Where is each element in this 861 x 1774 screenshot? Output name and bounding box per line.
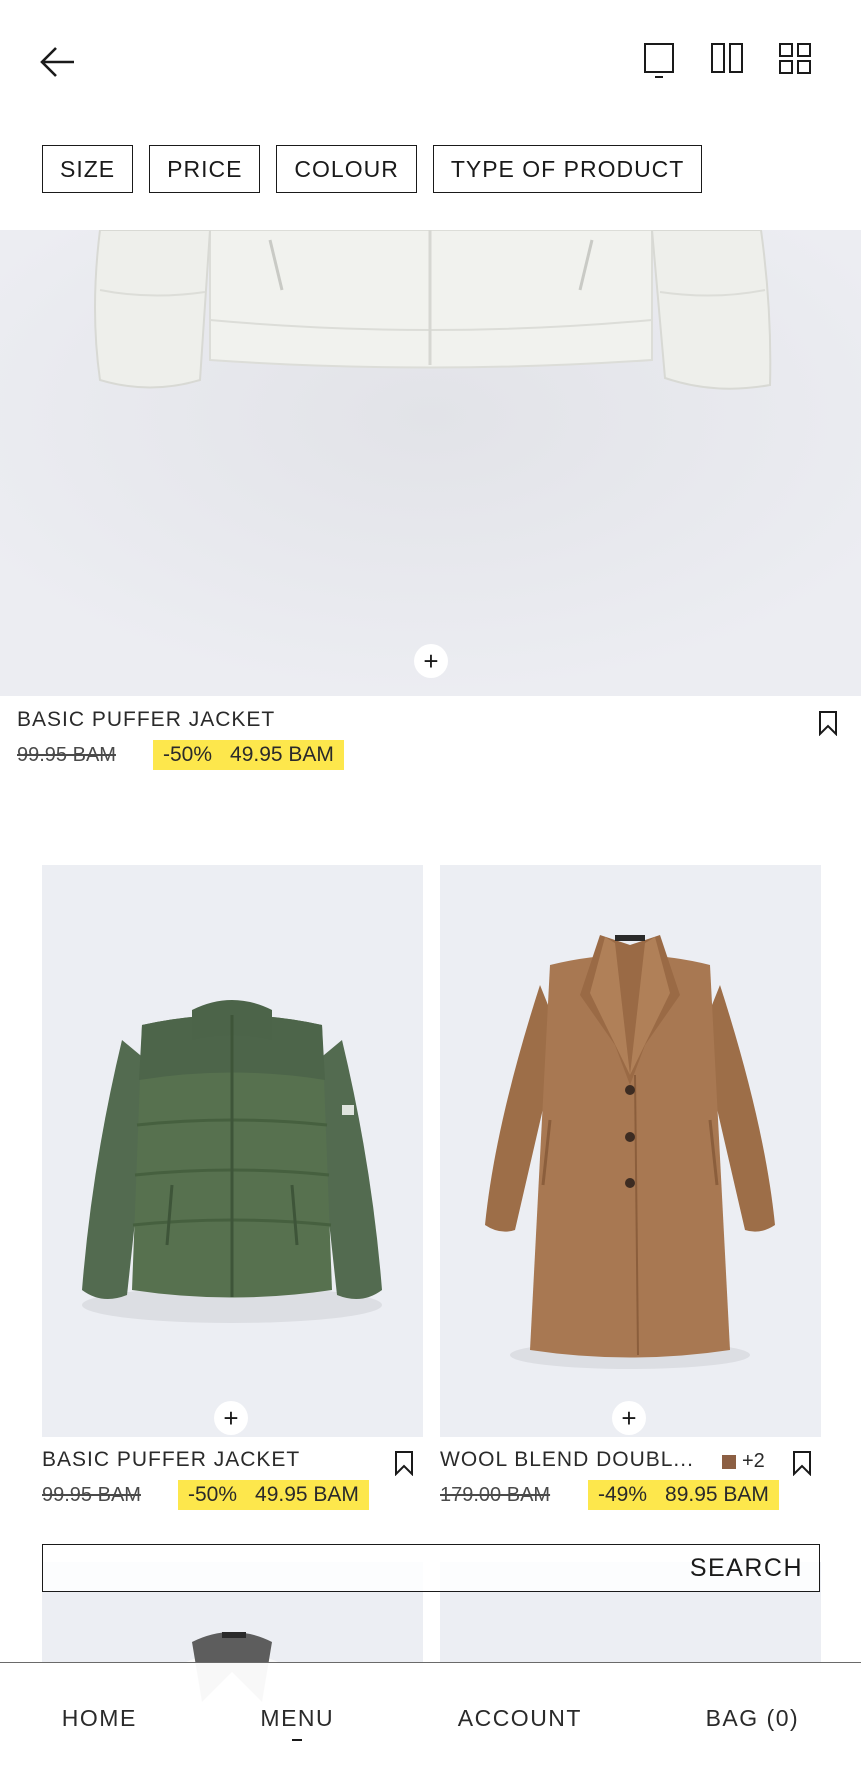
white-puffer-jacket-image: [0, 230, 861, 696]
card1-sale-tag: -50% 49.95 BAM: [178, 1480, 369, 1510]
nav-home[interactable]: HOME: [62, 1705, 137, 1732]
hero-discount: -50%: [163, 743, 213, 766]
view-switcher: [641, 40, 813, 78]
nav-menu[interactable]: MENU: [260, 1705, 334, 1732]
filter-bar: SIZE PRICE COLOUR TYPE OF PRODUCT: [42, 145, 703, 193]
hero-sale-tag: -50% 49.95 BAM: [153, 740, 344, 770]
card1-product-name[interactable]: BASIC PUFFER JACKET: [42, 1448, 300, 1472]
nav-bag[interactable]: BAG (0): [706, 1705, 800, 1732]
hero-add-button[interactable]: +: [414, 644, 448, 678]
green-puffer-jacket-image: [82, 1000, 382, 1323]
card2-new-price: 89.95 BAM: [665, 1483, 769, 1506]
plus-icon: +: [223, 1403, 239, 1433]
back-button[interactable]: [36, 40, 80, 84]
card2-colour-options[interactable]: +2: [722, 1450, 765, 1473]
card1-new-price: 49.95 BAM: [255, 1483, 359, 1506]
brown-wool-coat-image: [485, 935, 775, 1369]
card1-bookmark-icon[interactable]: [394, 1450, 414, 1476]
product-card-image-green-puffer[interactable]: +: [42, 865, 423, 1437]
card1-discount: -50%: [188, 1483, 238, 1506]
colour-swatch: [722, 1454, 736, 1469]
card2-add-button[interactable]: +: [612, 1401, 646, 1435]
card2-product-name[interactable]: WOOL BLEND DOUBL...: [440, 1448, 694, 1472]
card2-discount: -49%: [598, 1483, 648, 1506]
hero-old-price: 99.95 BAM: [17, 744, 116, 766]
filter-price[interactable]: PRICE: [149, 145, 261, 193]
single-view-button[interactable]: [641, 40, 677, 78]
hero-product-name[interactable]: BASIC PUFFER JACKET: [17, 708, 275, 732]
plus-icon: +: [621, 1403, 637, 1433]
hero-new-price: 49.95 BAM: [230, 743, 334, 766]
card2-sale-tag: -49% 89.95 BAM: [588, 1480, 779, 1510]
search-label: SEARCH: [689, 1553, 803, 1582]
plus-icon: +: [423, 646, 439, 676]
grid-view-button[interactable]: [777, 40, 813, 76]
card1-add-button[interactable]: +: [214, 1401, 248, 1435]
nav-account[interactable]: ACCOUNT: [458, 1705, 582, 1732]
filter-colour[interactable]: COLOUR: [276, 145, 417, 193]
card2-more-colours: +2: [742, 1450, 765, 1472]
card1-old-price: 99.95 BAM: [42, 1484, 141, 1506]
arrow-left-icon: [40, 47, 74, 77]
product-card-image-wool-coat[interactable]: +: [440, 865, 821, 1437]
single-view-icon: [644, 43, 674, 78]
double-view-button[interactable]: [709, 40, 745, 76]
top-header: SIZE PRICE COLOUR TYPE OF PRODUCT: [0, 0, 861, 230]
grid-view-icon: [779, 43, 811, 74]
hero-bookmark-icon[interactable]: [818, 710, 838, 736]
search-bar[interactable]: SEARCH: [42, 1544, 820, 1592]
filter-size[interactable]: SIZE: [42, 145, 134, 193]
hero-product-image[interactable]: +: [0, 230, 861, 696]
card2-old-price: 179.00 BAM: [440, 1484, 551, 1506]
double-view-icon: [711, 43, 743, 73]
card2-bookmark-icon[interactable]: [792, 1450, 812, 1476]
bottom-navigation: HOME MENU ACCOUNT BAG (0): [0, 1662, 861, 1774]
filter-type-of-product[interactable]: TYPE OF PRODUCT: [432, 145, 703, 193]
